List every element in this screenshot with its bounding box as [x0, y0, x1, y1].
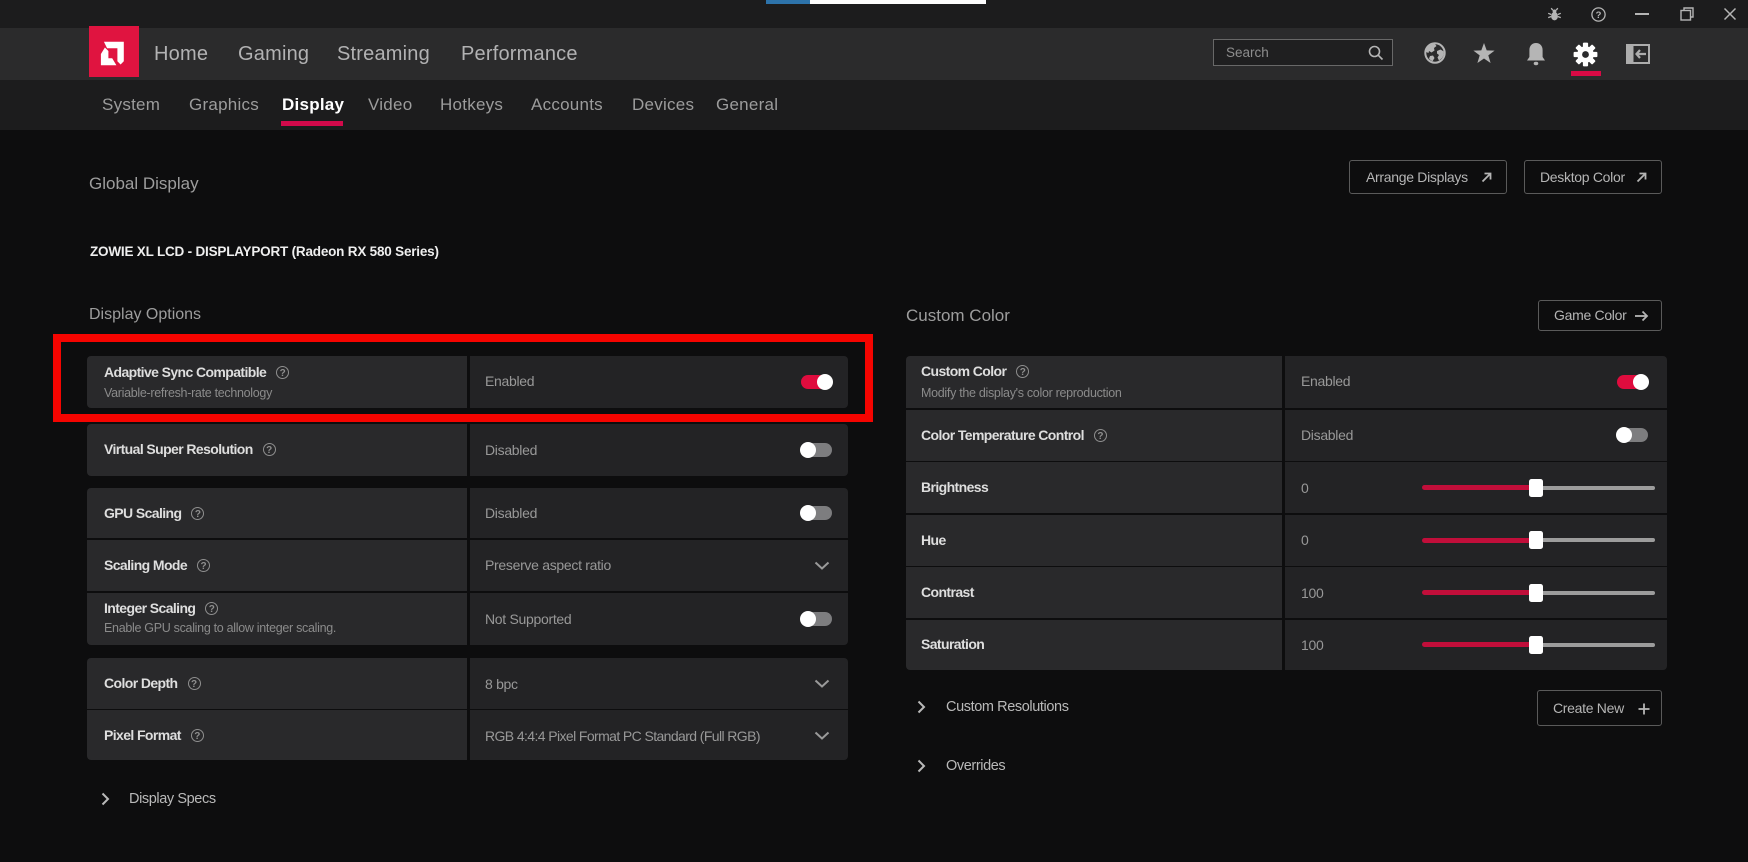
- svg-text:?: ?: [1596, 10, 1602, 21]
